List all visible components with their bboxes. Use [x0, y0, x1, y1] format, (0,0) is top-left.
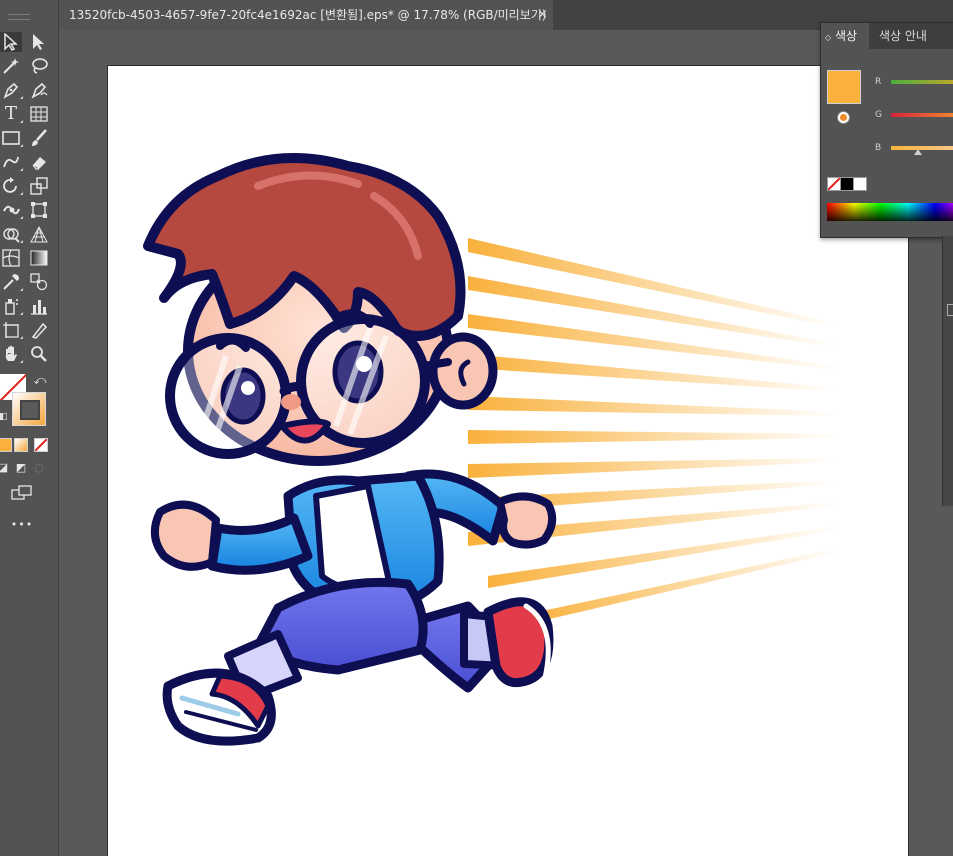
- free-transform-icon[interactable]: [28, 200, 50, 220]
- channel-g-label: G: [875, 110, 882, 120]
- gradient-tool-icon[interactable]: [28, 248, 50, 268]
- blend-tool-icon[interactable]: [28, 272, 50, 292]
- draw-inside-icon[interactable]: ◌: [32, 460, 46, 474]
- document-title: 13520fcb-4503-4657-9fe7-20fc4e1692ac [변환…: [69, 8, 547, 22]
- artboard[interactable]: [107, 65, 909, 856]
- draw-behind-icon[interactable]: ◩: [14, 460, 28, 474]
- collapse-icon[interactable]: ◇: [825, 33, 831, 42]
- shape-builder-icon[interactable]: [0, 224, 23, 244]
- magic-wand-icon[interactable]: [0, 56, 22, 76]
- draw-normal-icon[interactable]: ◪: [0, 460, 10, 474]
- artboard-tool-icon[interactable]: [0, 320, 23, 340]
- pen-tool-icon[interactable]: [0, 80, 23, 100]
- mesh-tool-icon[interactable]: [0, 248, 22, 268]
- tab-color-guide[interactable]: 색상 안내: [871, 23, 953, 49]
- fill-swatch[interactable]: [12, 392, 46, 426]
- channel-b-label: B: [875, 143, 882, 153]
- symbol-sprayer-icon[interactable]: [0, 296, 23, 316]
- warp-tool-icon[interactable]: [0, 200, 23, 220]
- current-color-swatch[interactable]: [827, 70, 861, 104]
- zoom-tool-icon[interactable]: [28, 344, 50, 364]
- none-mode-icon[interactable]: [34, 438, 48, 452]
- close-tab-icon[interactable]: ×: [537, 0, 548, 30]
- gradient-mode-icon[interactable]: [14, 438, 28, 452]
- right-dock-strip[interactable]: [942, 236, 953, 506]
- b-slider-handle[interactable]: [914, 149, 922, 155]
- b-slider[interactable]: [891, 146, 953, 150]
- hand-tool-icon[interactable]: [0, 344, 23, 364]
- more-tools-icon[interactable]: •••: [8, 516, 36, 532]
- color-panel: ◇ 색상 색상 안내 R G B: [820, 22, 953, 238]
- shaper-icon[interactable]: [0, 152, 23, 172]
- document-tab[interactable]: 13520fcb-4503-4657-9fe7-20fc4e1692ac [변환…: [59, 0, 553, 30]
- speed-lines: [468, 238, 838, 624]
- type-tool-icon[interactable]: T: [0, 104, 23, 124]
- running-boy-illustration[interactable]: [108, 66, 908, 856]
- scale-tool-icon[interactable]: [28, 176, 50, 196]
- column-graph-icon[interactable]: [28, 296, 50, 316]
- grid-icon[interactable]: [28, 104, 50, 124]
- white-swatch[interactable]: [853, 177, 867, 191]
- out-of-gamut-icon[interactable]: [837, 111, 850, 124]
- black-swatch[interactable]: [840, 177, 854, 191]
- r-slider[interactable]: [891, 80, 953, 84]
- dock-icon[interactable]: [947, 304, 953, 316]
- rotate-tool-icon[interactable]: [0, 176, 23, 196]
- rectangle-tool-icon[interactable]: [0, 128, 23, 148]
- eyedropper-icon[interactable]: [0, 272, 23, 292]
- lasso-icon[interactable]: [28, 56, 50, 76]
- color-mode-icon[interactable]: [0, 438, 12, 452]
- none-swatch[interactable]: [827, 177, 841, 191]
- direct-selection-tool-icon[interactable]: [28, 32, 50, 52]
- document-tab-bar: 13520fcb-4503-4657-9fe7-20fc4e1692ac [변환…: [59, 0, 953, 30]
- tab-color-label: 색상: [834, 29, 858, 43]
- paintbrush-icon[interactable]: [28, 128, 50, 148]
- selection-tool-icon[interactable]: [0, 32, 22, 52]
- channel-r-label: R: [875, 77, 882, 87]
- swap-fill-stroke-icon[interactable]: ⤺: [32, 372, 48, 388]
- default-colors-icon[interactable]: ◧: [0, 410, 10, 424]
- tab-color[interactable]: ◇ 색상: [821, 23, 869, 49]
- tools-panel: T ⤺ ◧ ◪ ◩ ◌ •••: [0, 0, 59, 856]
- panel-grip[interactable]: [8, 14, 30, 20]
- g-slider[interactable]: [891, 113, 953, 117]
- slice-tool-icon[interactable]: [28, 320, 50, 340]
- eraser-icon[interactable]: [28, 152, 50, 172]
- screen-mode-icon[interactable]: [10, 484, 34, 502]
- perspective-grid-icon[interactable]: [28, 224, 50, 244]
- color-panel-tabs: ◇ 색상 색상 안내: [821, 23, 953, 49]
- curvature-tool-icon[interactable]: [28, 80, 50, 100]
- color-spectrum[interactable]: [827, 203, 953, 221]
